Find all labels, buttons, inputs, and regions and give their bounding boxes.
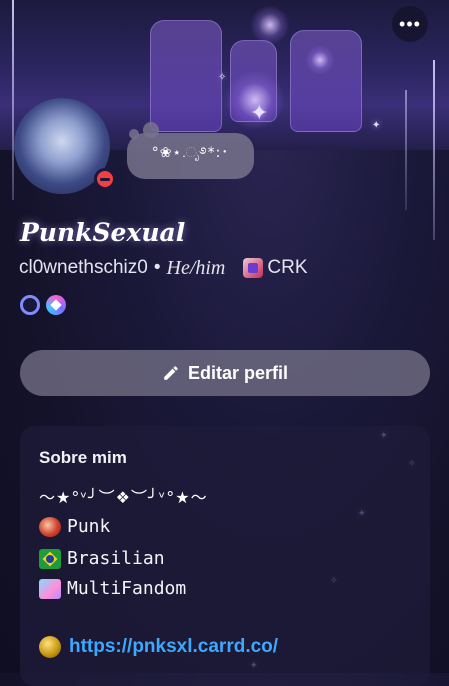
- clan-badge-icon: [243, 258, 264, 278]
- separator: •: [153, 257, 161, 278]
- clan-tag-label: CRK: [267, 257, 308, 278]
- about-me-title: Sobre mim: [39, 448, 127, 467]
- about-link-row: https://pnksxl.carrd.co/: [39, 636, 278, 658]
- cube-icon: [39, 578, 61, 599]
- banner-jar: [150, 20, 222, 132]
- boost-badge-icon[interactable]: [46, 295, 66, 315]
- sparkle-icon: ✧: [218, 72, 227, 83]
- hanging-chain: [405, 90, 407, 210]
- spartan-helmet-icon: [39, 516, 61, 537]
- avatar-container[interactable]: [14, 98, 116, 198]
- badge-list: [20, 295, 66, 315]
- gold-nugget-icon: [39, 636, 61, 658]
- about-line: Brasilian: [39, 548, 165, 569]
- hanging-chain: [433, 60, 435, 240]
- banner-glow: [250, 5, 290, 45]
- more-options-button[interactable]: •••: [392, 6, 428, 42]
- about-me-card: Sobre mim 〜★°ᵛ╯︶❖︶╯ᵛ°★〜 Punk Brasilian M…: [20, 426, 430, 686]
- about-line-text: Punk: [67, 516, 111, 537]
- pencil-icon: [164, 366, 178, 380]
- clan-tag[interactable]: CRK: [243, 257, 308, 279]
- sparkle-icon: ✦: [250, 100, 269, 125]
- brazil-flag-icon: [39, 548, 61, 569]
- about-line: MultiFandom: [39, 578, 186, 599]
- about-line-text: MultiFandom: [67, 578, 187, 599]
- custom-status-text: °❀⋆.ೃ࿔*:･: [151, 145, 230, 161]
- username: cl0wnethschiz0: [19, 257, 148, 278]
- dnd-status-icon: [94, 168, 116, 190]
- about-line: Punk: [39, 516, 110, 537]
- sparkle-icon: ✦: [372, 120, 381, 131]
- nitro-badge-icon[interactable]: [20, 295, 40, 315]
- carrd-link[interactable]: https://pnksxl.carrd.co/: [69, 636, 278, 658]
- display-name: PunkSexual: [20, 218, 186, 247]
- custom-status-bubble[interactable]: °❀⋆.ೃ࿔*:･: [127, 133, 254, 179]
- about-decoration: 〜★°ᵛ╯︶❖︶╯ᵛ°★〜: [39, 488, 208, 507]
- edit-profile-label: Editar perfil: [187, 362, 289, 383]
- ellipsis-icon: •••: [399, 14, 421, 34]
- profile-meta: cl0wnethschiz0 • He/him CRK: [19, 256, 308, 280]
- edit-profile-button[interactable]: Editar perfil: [20, 350, 430, 396]
- about-line-text: Brasilian: [67, 548, 165, 569]
- pronouns: He/him: [166, 256, 226, 279]
- banner-glow: [305, 45, 335, 75]
